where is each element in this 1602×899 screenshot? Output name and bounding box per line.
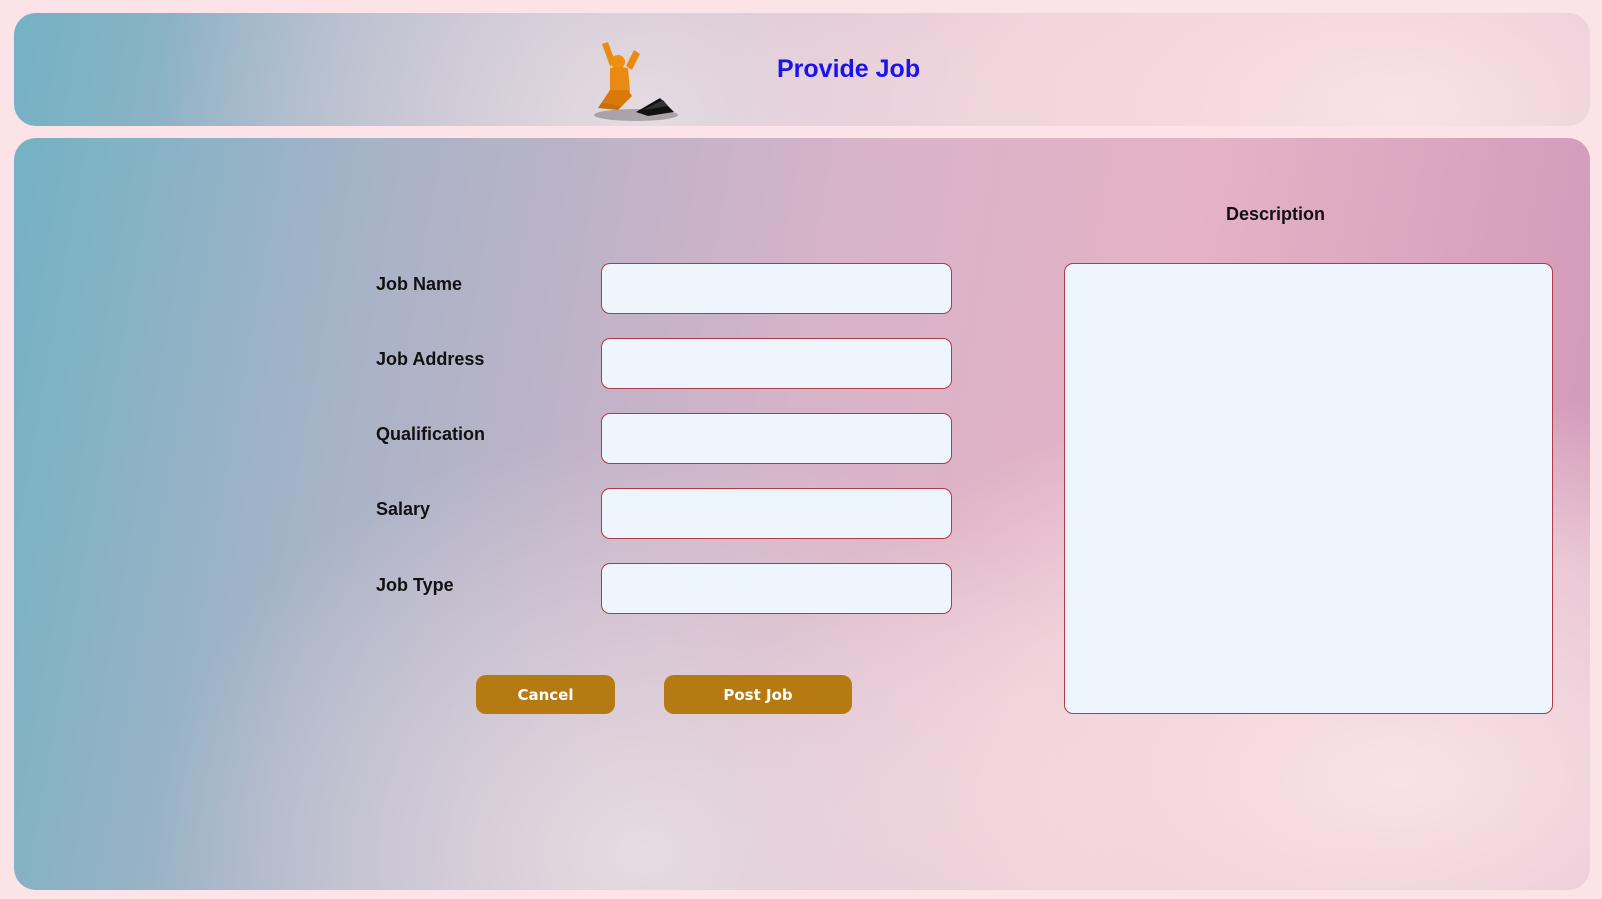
cancel-button[interactable]: Cancel (476, 675, 615, 714)
salary-input[interactable] (601, 488, 952, 539)
job-name-input[interactable] (601, 263, 952, 314)
salary-label: Salary (376, 499, 431, 519)
qualification-label: Qualification (376, 424, 486, 444)
post-job-button[interactable]: Post Job (664, 675, 852, 714)
qualification-input[interactable] (601, 413, 952, 464)
job-name-label: Job Name (376, 274, 463, 294)
description-label: Description (1226, 204, 1326, 224)
person-celebrating-icon (594, 42, 678, 121)
job-type-input[interactable] (601, 563, 952, 614)
job-address-label: Job Address (376, 349, 485, 369)
description-textarea[interactable] (1064, 263, 1553, 714)
page-title: Provide Job (777, 55, 921, 83)
job-address-input[interactable] (601, 338, 952, 389)
job-type-label: Job Type (376, 575, 454, 595)
